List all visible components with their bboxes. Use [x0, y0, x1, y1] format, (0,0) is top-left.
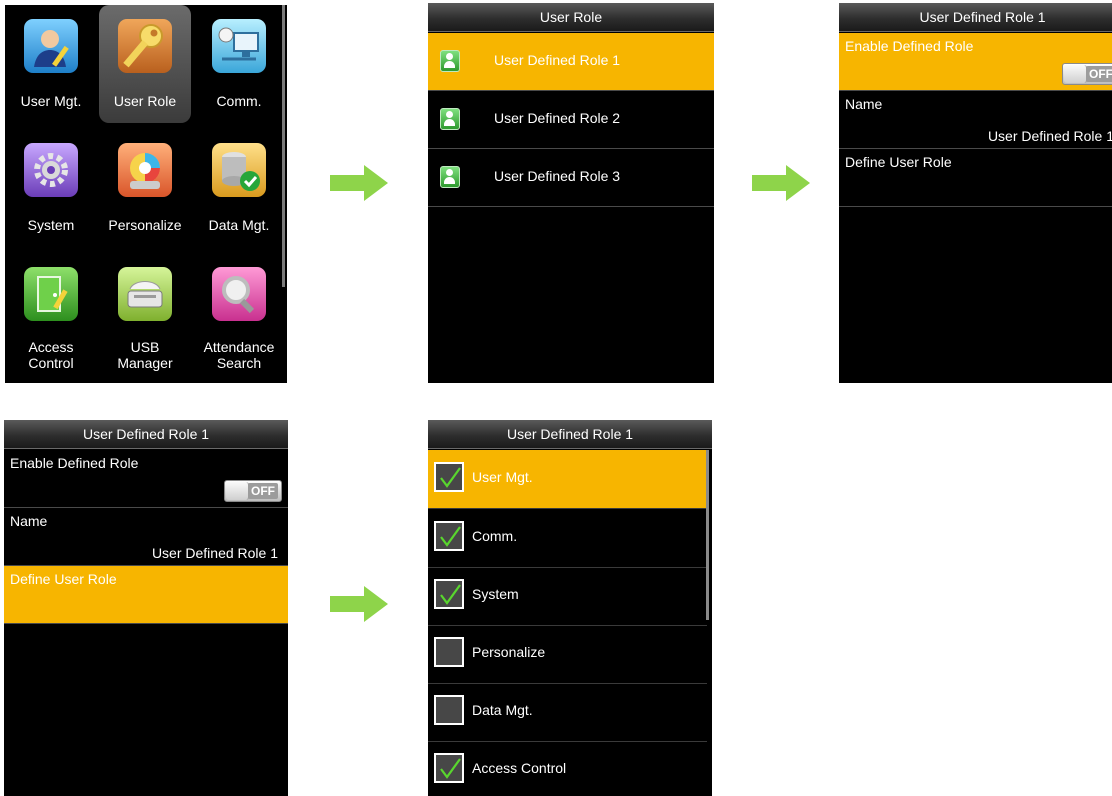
enable-defined-role-row[interactable]: Enable Defined Role OFF [839, 33, 1112, 91]
main-menu-screen: User Mgt. User Role Comm. System Persona… [5, 5, 287, 383]
permission-item-user-mgt[interactable]: User Mgt. [428, 450, 707, 509]
tile-label: USB Manager [117, 339, 173, 371]
user-icon [440, 108, 460, 130]
key-icon [118, 19, 172, 73]
gear-icon [24, 143, 78, 197]
role-detail-screen-define: User Defined Role 1 Enable Defined Role … [4, 420, 288, 796]
list-item-label: User Defined Role 3 [494, 168, 621, 184]
arrow-right-icon [752, 165, 810, 201]
usb-drive-icon [118, 267, 172, 321]
permission-label: Comm. [472, 528, 518, 544]
name-row[interactable]: Name User Defined Role 1 [4, 508, 288, 566]
tile-comm[interactable]: Comm. [193, 5, 285, 123]
checkbox-unchecked[interactable] [434, 695, 464, 725]
network-computer-icon [212, 19, 266, 73]
arrow-right-icon [330, 586, 388, 622]
permissions-screen: User Defined Role 1 User Mgt. Comm. Syst… [428, 420, 712, 796]
tile-system[interactable]: System [5, 129, 97, 247]
color-wheel-icon [118, 143, 172, 197]
screen-title: User Defined Role 1 [428, 420, 712, 449]
checkbox-checked[interactable] [434, 462, 464, 492]
arrow-right-icon [330, 165, 388, 201]
checkbox-checked[interactable] [434, 753, 464, 783]
tile-attendance-search[interactable]: Attendance Search [193, 253, 285, 371]
setting-value: User Defined Role 1 [151, 545, 278, 561]
screen-title: User Defined Role 1 [4, 420, 288, 449]
list-item-role-2[interactable]: User Defined Role 2 [428, 91, 714, 149]
screen-title: User Role [428, 3, 714, 32]
toggle-state: OFF [248, 483, 278, 499]
checkbox-unchecked[interactable] [434, 637, 464, 667]
list-item-role-3[interactable]: User Defined Role 3 [428, 149, 714, 207]
toggle-knob [1064, 65, 1087, 83]
database-check-icon [212, 143, 266, 197]
tile-label: Attendance Search [203, 339, 275, 371]
tile-personalize[interactable]: Personalize [99, 129, 191, 247]
setting-label: Define User Role [10, 571, 117, 587]
list-item-label: User Defined Role 2 [494, 110, 621, 126]
user-icon [440, 50, 460, 72]
user-mgt-icon [24, 19, 78, 73]
permission-item-system[interactable]: System [428, 567, 707, 626]
screen-title: User Defined Role 1 [839, 3, 1112, 32]
setting-value: User Defined Role 1 [987, 128, 1112, 144]
setting-label: Name [10, 513, 48, 529]
permission-item-personalize[interactable]: Personalize [428, 625, 707, 684]
define-user-role-row[interactable]: Define User Role [4, 566, 288, 624]
permission-label: Access Control [472, 760, 567, 776]
role-detail-screen: User Defined Role 1 Enable Defined Role … [839, 3, 1112, 383]
list-item-role-1[interactable]: User Defined Role 1 [428, 33, 714, 91]
permission-item-comm[interactable]: Comm. [428, 509, 707, 568]
tile-label: Data Mgt. [208, 217, 270, 233]
tile-label: Personalize [108, 217, 182, 233]
permission-item-access-control[interactable]: Access Control [428, 741, 707, 796]
tile-user-mgt[interactable]: User Mgt. [5, 5, 97, 123]
toggle-state: OFF [1086, 66, 1112, 82]
scrollbar[interactable] [706, 450, 709, 620]
door-pencil-icon [24, 267, 78, 321]
define-user-role-row[interactable]: Define User Role [839, 149, 1112, 207]
permission-item-data-mgt[interactable]: Data Mgt. [428, 683, 707, 742]
tile-label: Comm. [216, 93, 262, 109]
setting-label: Enable Defined Role [845, 38, 974, 54]
enable-defined-role-row[interactable]: Enable Defined Role OFF [4, 450, 288, 508]
tile-user-role[interactable]: User Role [99, 5, 191, 123]
permission-label: Personalize [472, 644, 546, 660]
tile-data-mgt[interactable]: Data Mgt. [193, 129, 285, 247]
scrollbar[interactable] [282, 5, 285, 287]
setting-label: Enable Defined Role [10, 455, 139, 471]
user-icon [440, 166, 460, 188]
checkbox-checked[interactable] [434, 521, 464, 551]
tile-usb-manager[interactable]: USB Manager [99, 253, 191, 371]
tile-label: Access Control [28, 339, 74, 371]
enable-toggle[interactable]: OFF [1062, 63, 1112, 85]
user-role-screen: User Role User Defined Role 1 User Defin… [428, 3, 714, 383]
toggle-knob [226, 482, 249, 500]
name-row[interactable]: Name User Defined Role 1 [839, 91, 1112, 149]
permission-label: System [472, 586, 519, 602]
tile-label: User Mgt. [20, 93, 82, 109]
setting-label: Define User Role [845, 154, 952, 170]
tile-access-control[interactable]: Access Control [5, 253, 97, 371]
tile-label: User Role [113, 93, 177, 109]
permission-label: Data Mgt. [472, 702, 533, 718]
tile-label: System [27, 217, 75, 233]
setting-label: Name [845, 96, 883, 112]
enable-toggle[interactable]: OFF [224, 480, 282, 502]
magnifier-icon [212, 267, 266, 321]
permission-label: User Mgt. [472, 469, 533, 485]
list-item-label: User Defined Role 1 [494, 52, 621, 68]
checkbox-checked[interactable] [434, 579, 464, 609]
